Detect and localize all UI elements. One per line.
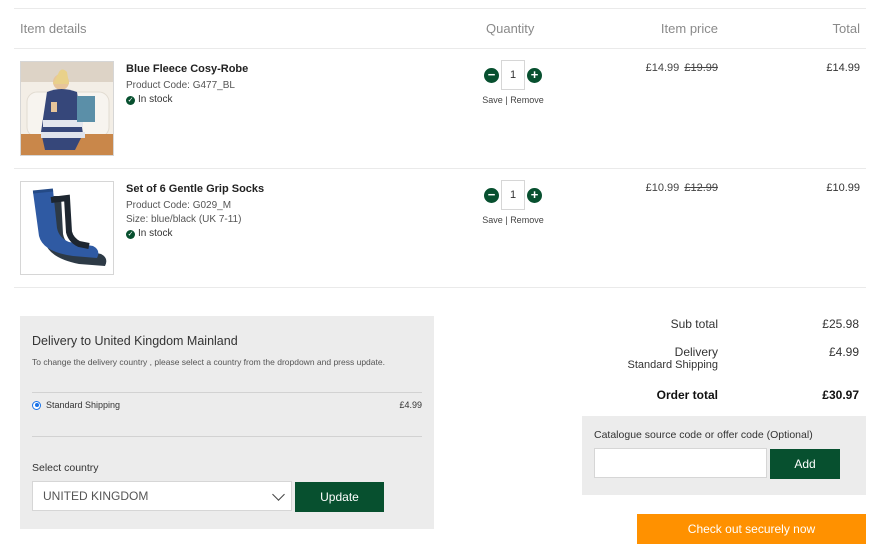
product-image-socks[interactable]: [20, 181, 114, 275]
divider: [32, 436, 422, 437]
subtotal-value: £25.98: [822, 317, 859, 331]
radio-selected-icon[interactable]: [32, 400, 41, 410]
update-button[interactable]: Update: [295, 482, 384, 512]
check-circle-icon: ✓: [126, 229, 135, 239]
quantity-input[interactable]: 1: [501, 60, 525, 90]
header-item-details: Item details: [20, 21, 87, 36]
plus-circle-icon[interactable]: +: [527, 67, 542, 83]
link-separator: |: [505, 215, 508, 225]
chevron-down-icon: [272, 488, 285, 501]
promo-code-label: Catalogue source code or offer code (Opt…: [594, 429, 813, 441]
product-name[interactable]: Blue Fleece Cosy-Robe: [126, 62, 248, 76]
minus-circle-icon[interactable]: −: [484, 187, 499, 203]
stock-label: In stock: [138, 94, 173, 105]
save-link[interactable]: Save: [482, 215, 503, 225]
stock-label: In stock: [138, 228, 173, 239]
stock-status: ✓ In stock: [126, 93, 248, 107]
promo-code-input[interactable]: [594, 448, 767, 478]
promo-panel: Catalogue source code or offer code (Opt…: [582, 416, 866, 495]
save-link[interactable]: Save: [482, 95, 503, 105]
checkout-button[interactable]: Check out securely now: [637, 514, 866, 544]
basket-table-header: Item details Quantity Item price Total: [14, 8, 866, 49]
remove-link[interactable]: Remove: [510, 95, 544, 105]
country-select[interactable]: UNITED KINGDOM: [32, 481, 292, 511]
select-country-label: Select country: [32, 462, 99, 474]
delivery-panel: Delivery to United Kingdom Mainland To c…: [20, 316, 434, 529]
item-price: £14.99 £19.99: [646, 62, 718, 74]
stock-status: ✓ In stock: [126, 227, 264, 241]
quantity-stepper: − 1 + Save | Remove: [480, 180, 546, 225]
delivery-label: Delivery Standard Shipping: [627, 345, 718, 371]
product-image-robe[interactable]: [20, 61, 114, 156]
remove-link[interactable]: Remove: [510, 215, 544, 225]
subtotal-label: Sub total: [670, 317, 718, 331]
line-total: £14.99: [826, 62, 860, 74]
quantity-input[interactable]: 1: [501, 180, 525, 210]
delivery-value: £4.99: [828, 345, 859, 359]
product-code: Product Code: G029_M: [126, 200, 232, 211]
quantity-stepper: − 1 + Save | Remove: [480, 60, 546, 105]
add-code-button[interactable]: Add: [770, 449, 840, 479]
minus-circle-icon[interactable]: −: [484, 67, 499, 83]
original-price: £19.99: [684, 62, 718, 74]
line-total: £10.99: [826, 182, 860, 194]
item-price: £10.99 £12.99: [646, 182, 718, 194]
product-info: Blue Fleece Cosy-Robe Product Code: G477…: [126, 62, 248, 107]
product-name[interactable]: Set of 6 Gentle Grip Socks: [126, 182, 264, 196]
product-code: Product Code: G477_BL: [126, 80, 235, 91]
current-price: £10.99: [645, 182, 680, 194]
basket-row: Blue Fleece Cosy-Robe Product Code: G477…: [14, 49, 866, 169]
delivery-title: Delivery to United Kingdom Mainland: [32, 334, 238, 348]
check-circle-icon: ✓: [126, 95, 135, 105]
country-select-value: UNITED KINGDOM: [43, 489, 149, 503]
shipping-option[interactable]: Standard Shipping £4.99: [32, 400, 422, 410]
divider: [32, 392, 422, 393]
order-total-label: Order total: [656, 388, 718, 402]
delivery-summary-label: Delivery: [674, 345, 718, 359]
shipping-option-label: Standard Shipping: [46, 400, 121, 410]
original-price: £12.99: [684, 182, 718, 194]
header-total: Total: [832, 21, 860, 36]
link-separator: |: [505, 95, 508, 105]
delivery-method: Standard Shipping: [627, 359, 718, 371]
delivery-note: To change the delivery country , please …: [32, 357, 385, 367]
plus-circle-icon[interactable]: +: [527, 187, 542, 203]
current-price: £14.99: [645, 62, 680, 74]
basket-row: Set of 6 Gentle Grip Socks Product Code:…: [14, 169, 866, 288]
product-size: Size: blue/black (UK 7-11): [126, 214, 242, 225]
product-info: Set of 6 Gentle Grip Socks Product Code:…: [126, 182, 264, 241]
header-item-price: Item price: [660, 21, 718, 36]
shipping-option-cost: £4.99: [399, 400, 422, 410]
order-total-value: £30.97: [822, 388, 859, 402]
header-quantity: Quantity: [486, 21, 535, 36]
